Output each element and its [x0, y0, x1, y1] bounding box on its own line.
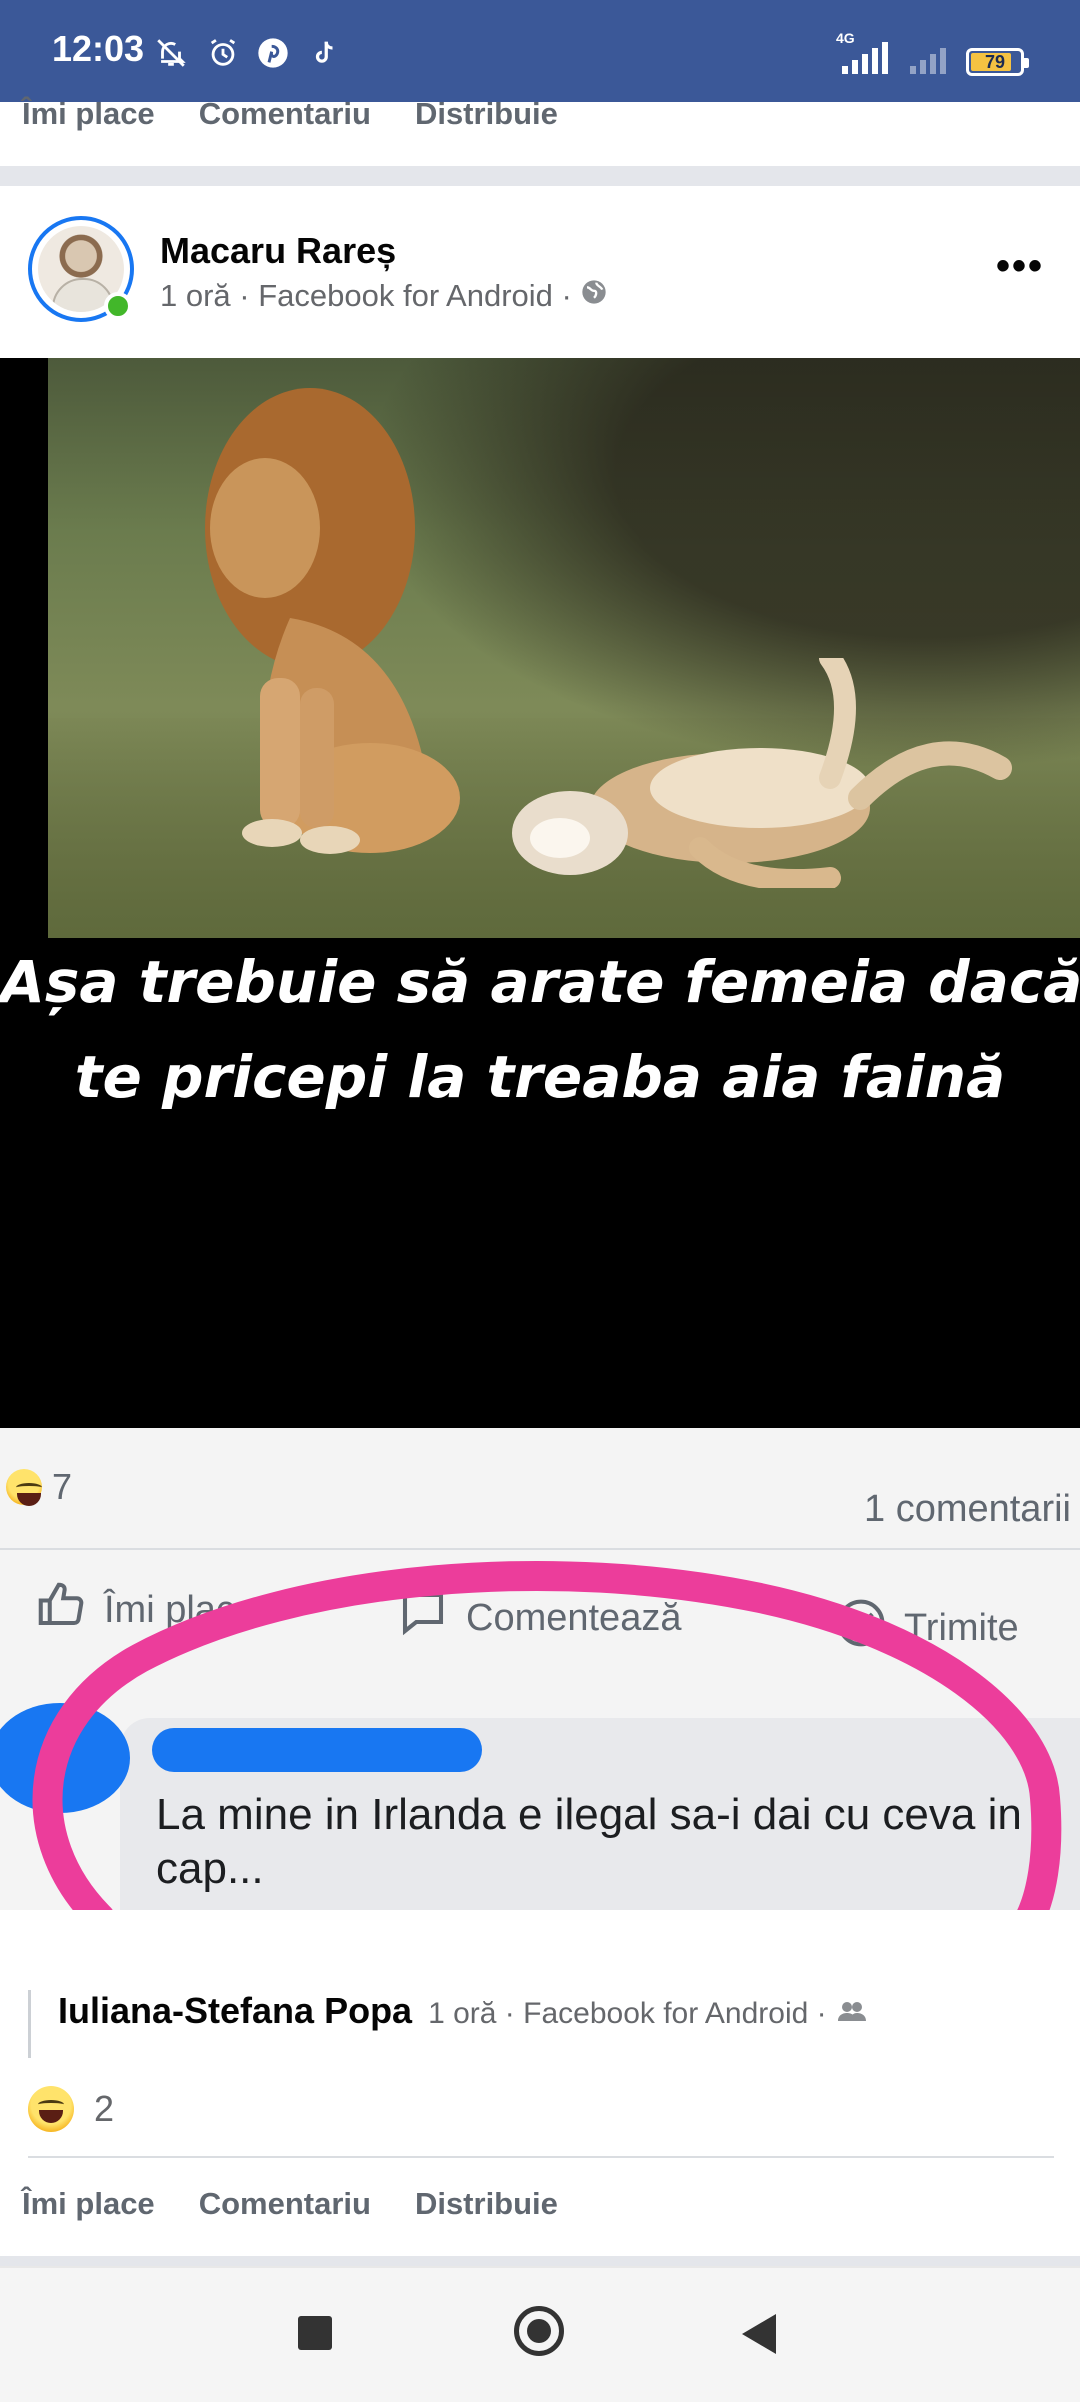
share-button[interactable]: Distribuie: [415, 2186, 558, 2222]
globe-icon: [580, 278, 608, 314]
battery-level: 79: [984, 52, 1006, 72]
alarm-icon: [204, 34, 242, 72]
share-button[interactable]: Distribuie: [415, 96, 558, 132]
comment-button[interactable]: Comentariu: [199, 2186, 371, 2222]
post-image[interactable]: Așa trebuie să arate femeia dacă te pric…: [0, 358, 1080, 1910]
back-button[interactable]: [742, 2314, 776, 2354]
post-actions: Îmi place Comentariu Distribuie: [22, 2186, 558, 2222]
sharer-meta: 1 oră · Facebook for Android ·: [428, 1997, 827, 2030]
comment-button[interactable]: Comentariu: [199, 96, 371, 132]
signal-weak-icon: [910, 42, 946, 74]
pinterest-icon: [254, 34, 292, 72]
status-bar: 12:03 4G 79: [0, 0, 1080, 102]
home-button[interactable]: [514, 2306, 564, 2356]
online-status-icon: [104, 292, 132, 320]
mute-icon: [152, 34, 190, 72]
like-button[interactable]: Îmi place: [22, 96, 155, 132]
reaction-count: 2: [94, 2088, 115, 2129]
sharer-name[interactable]: Iuliana-Stefana Popa: [58, 1990, 412, 2031]
status-time: 12:03: [52, 28, 145, 69]
highlight-circle: [32, 1560, 1062, 1910]
thread-line: [28, 1990, 31, 2058]
friends-icon: [837, 1990, 867, 2031]
post-meta: 1 oră · Facebook for Android ·: [160, 278, 608, 314]
haha-reaction-icon: [28, 2086, 74, 2132]
previous-post-actions: Îmi place Comentariu Distribuie: [22, 96, 558, 132]
tiktok-icon: [306, 34, 344, 72]
post-author[interactable]: Macaru Rareș: [160, 230, 396, 272]
battery-icon: 79: [966, 48, 1029, 76]
signal-icon: [842, 42, 888, 74]
post-meta-text: 1 oră · Facebook for Android ·: [160, 278, 572, 313]
recents-button[interactable]: [298, 2316, 332, 2350]
feed-divider: [0, 166, 1080, 186]
actions-divider: [28, 2156, 1054, 2158]
reaction-summary[interactable]: 2: [28, 2086, 114, 2132]
sharer-row: Iuliana-Stefana Popa 1 oră · Facebook fo…: [58, 1990, 867, 2032]
like-button[interactable]: Îmi place: [22, 2186, 155, 2222]
more-options-icon[interactable]: •••: [996, 244, 1044, 289]
